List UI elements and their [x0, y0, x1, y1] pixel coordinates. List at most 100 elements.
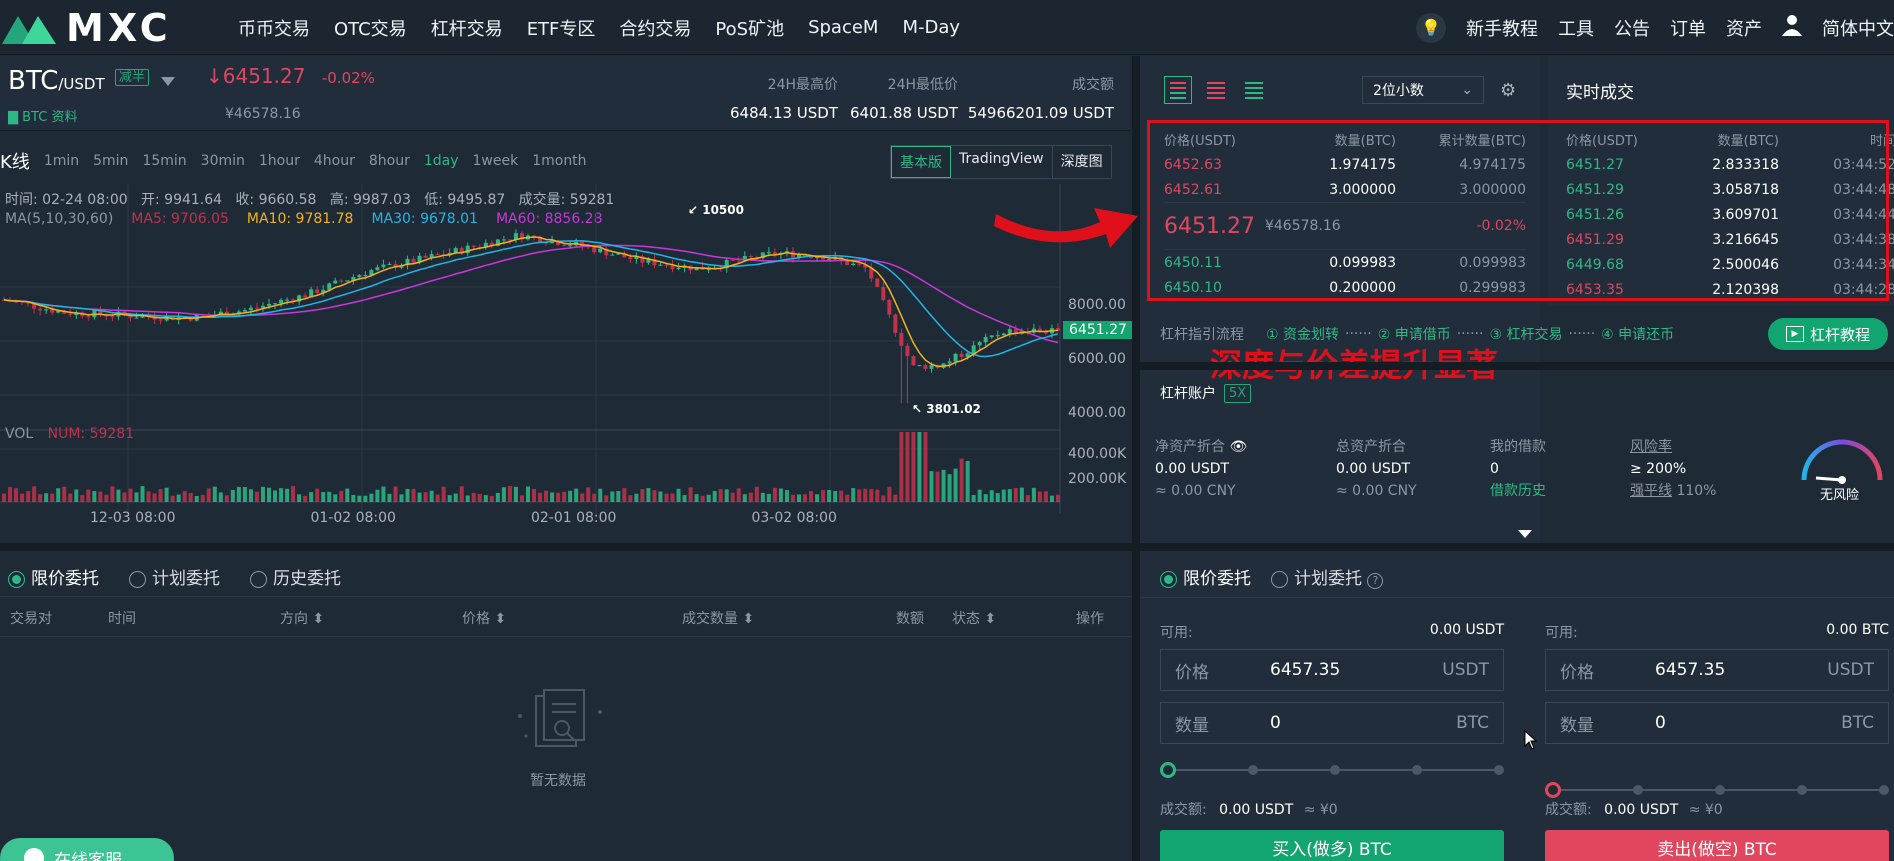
- nav-item-spot[interactable]: 币币交易: [238, 15, 310, 41]
- sell-price-input[interactable]: 价格 6457.35 USDT: [1545, 649, 1889, 691]
- volume-bar: [369, 493, 374, 502]
- candle-body: [315, 289, 320, 294]
- net-asset: 净资产折合 👁 0.00 USDT ≈ 0.00 CNY: [1155, 436, 1247, 502]
- buy-price-label: 价格: [1175, 662, 1209, 683]
- guide-step-borrow[interactable]: ② 申请借币: [1378, 324, 1451, 344]
- interval-1hour[interactable]: 1hour: [259, 153, 300, 169]
- nav-assets[interactable]: 资产: [1726, 15, 1762, 41]
- nav-item-spacem[interactable]: SpaceM: [808, 17, 878, 38]
- volume-bar: [477, 493, 482, 502]
- eye-icon[interactable]: 👁: [1229, 439, 1247, 455]
- online-support-button[interactable]: 在线客服: [0, 838, 174, 861]
- nav-item-margin[interactable]: 杠杆交易: [431, 15, 503, 41]
- interval-1month[interactable]: 1month: [532, 153, 586, 169]
- volume-bar: [1043, 491, 1048, 502]
- language-select[interactable]: 简体中文: [1822, 15, 1894, 41]
- volume-bar: [50, 493, 55, 502]
- kline-chart[interactable]: [0, 184, 1130, 534]
- col-filled[interactable]: 成交数量 ⬍: [682, 608, 754, 628]
- gear-icon[interactable]: ⚙: [1500, 80, 1516, 101]
- btc-info-link[interactable]: ▇ BTC 资料: [8, 106, 77, 125]
- nav-tutorial[interactable]: 新手教程: [1466, 15, 1538, 41]
- guide-label: 杠杆指引流程: [1160, 327, 1244, 343]
- sell-qty-input[interactable]: 数量 0 BTC: [1545, 702, 1889, 744]
- volume-bar: [803, 494, 808, 502]
- risk-label[interactable]: 风险率: [1630, 436, 1716, 458]
- volume-bar: [381, 486, 386, 502]
- margin-tutorial-button[interactable]: ▶ 杠杆教程: [1768, 318, 1888, 350]
- sell-price-value[interactable]: 6457.35: [1655, 660, 1827, 680]
- interval-4hour[interactable]: 4hour: [314, 153, 355, 169]
- nav-item-otc[interactable]: OTC交易: [334, 15, 407, 41]
- sell-button[interactable]: 卖出(做空) BTC: [1545, 830, 1889, 861]
- symbol-selector[interactable]: BTC/USDT 减半: [8, 66, 176, 96]
- buy-slider[interactable]: [1160, 760, 1504, 780]
- buy-qty-value[interactable]: 0: [1270, 713, 1456, 733]
- sell-slider-handle[interactable]: [1545, 782, 1561, 798]
- book-bids-icon[interactable]: [1240, 76, 1268, 104]
- sell-avail-label: 可用:: [1545, 625, 1578, 641]
- max-price-label: ↙ 10500: [688, 203, 744, 217]
- nav-item-futures[interactable]: 合约交易: [619, 15, 691, 41]
- user-icon[interactable]: [1782, 14, 1802, 41]
- candle-body: [134, 317, 139, 319]
- guide-step-transfer[interactable]: ① 资金划转: [1266, 324, 1339, 344]
- tab-plan[interactable]: 计划委托 ?: [1271, 564, 1384, 589]
- interval-30min[interactable]: 30min: [201, 153, 245, 169]
- tab-depth[interactable]: 深度图: [1053, 146, 1111, 178]
- guide-step-repay[interactable]: ④ 申请还币: [1601, 324, 1674, 344]
- col-side[interactable]: 方向 ⬍: [280, 608, 324, 628]
- candle-body: [947, 361, 952, 364]
- nav-tools[interactable]: 工具: [1558, 15, 1594, 41]
- book-asks-icon[interactable]: [1202, 76, 1230, 104]
- buy-price-value[interactable]: 6457.35: [1270, 660, 1442, 680]
- mxc-logo[interactable]: MXC: [0, 6, 172, 50]
- net-value: 0.00 USDT: [1155, 461, 1230, 477]
- volume-bar: [489, 495, 494, 502]
- nav-orders[interactable]: 订单: [1670, 15, 1706, 41]
- tab-limit[interactable]: 限价委托: [1160, 564, 1251, 589]
- nav-item-mday[interactable]: M-Day: [902, 17, 960, 38]
- interval-1min[interactable]: 1min: [44, 153, 79, 169]
- loan-history-link[interactable]: 借款历史: [1490, 480, 1546, 502]
- interval-1day[interactable]: 1day: [424, 153, 459, 169]
- buy-slider-handle[interactable]: [1160, 762, 1176, 778]
- interval-8hour[interactable]: 8hour: [369, 153, 410, 169]
- volume-bar: [1013, 488, 1018, 502]
- sell-price-label: 价格: [1560, 662, 1594, 683]
- tab-limit-orders[interactable]: 限价委托: [8, 564, 99, 589]
- interval-15min[interactable]: 15min: [142, 153, 186, 169]
- bulb-icon[interactable]: 💡: [1416, 12, 1446, 43]
- volume-bar: [200, 494, 205, 502]
- buy-price-input[interactable]: 价格 6457.35 USDT: [1160, 649, 1504, 691]
- sell-slider[interactable]: [1545, 780, 1889, 800]
- expand-caret-icon[interactable]: [1518, 530, 1532, 538]
- liq-label[interactable]: 强平线: [1630, 483, 1672, 499]
- volume-bar: [194, 495, 199, 502]
- tab-plan-orders[interactable]: 计划委托: [129, 564, 220, 589]
- col-status[interactable]: 状态 ⬍: [952, 608, 996, 628]
- interval-1week[interactable]: 1week: [473, 153, 519, 169]
- volume-bar: [778, 488, 783, 502]
- volume-bar: [2, 493, 6, 502]
- col-price[interactable]: 价格 ⬍: [462, 608, 506, 628]
- nav-item-pos[interactable]: PoS矿池: [715, 15, 784, 41]
- volume-bar: [989, 490, 994, 502]
- tab-tradingview[interactable]: TradingView: [951, 146, 1053, 178]
- interval-5min[interactable]: 5min: [93, 153, 128, 169]
- sell-qty-value[interactable]: 0: [1655, 713, 1841, 733]
- chevron-down-icon[interactable]: [161, 77, 176, 86]
- volume-bar: [700, 495, 705, 502]
- tab-history-orders[interactable]: 历史委托: [250, 564, 341, 589]
- guide-step-trade[interactable]: ③ 杠杆交易: [1489, 324, 1562, 344]
- volume-bar: [375, 489, 380, 502]
- tab-basic[interactable]: 基本版: [891, 146, 951, 178]
- help-icon[interactable]: ?: [1367, 573, 1384, 589]
- buy-button[interactable]: 买入(做多) BTC: [1160, 830, 1504, 861]
- nav-item-etf[interactable]: ETF专区: [527, 15, 596, 41]
- nav-announce[interactable]: 公告: [1614, 15, 1650, 41]
- book-both-icon[interactable]: [1164, 76, 1192, 104]
- buy-qty-input[interactable]: 数量 0 BTC: [1160, 702, 1504, 744]
- decimals-select[interactable]: 2位小数 ⌄: [1362, 76, 1484, 104]
- net-label: 净资产折合: [1155, 439, 1225, 455]
